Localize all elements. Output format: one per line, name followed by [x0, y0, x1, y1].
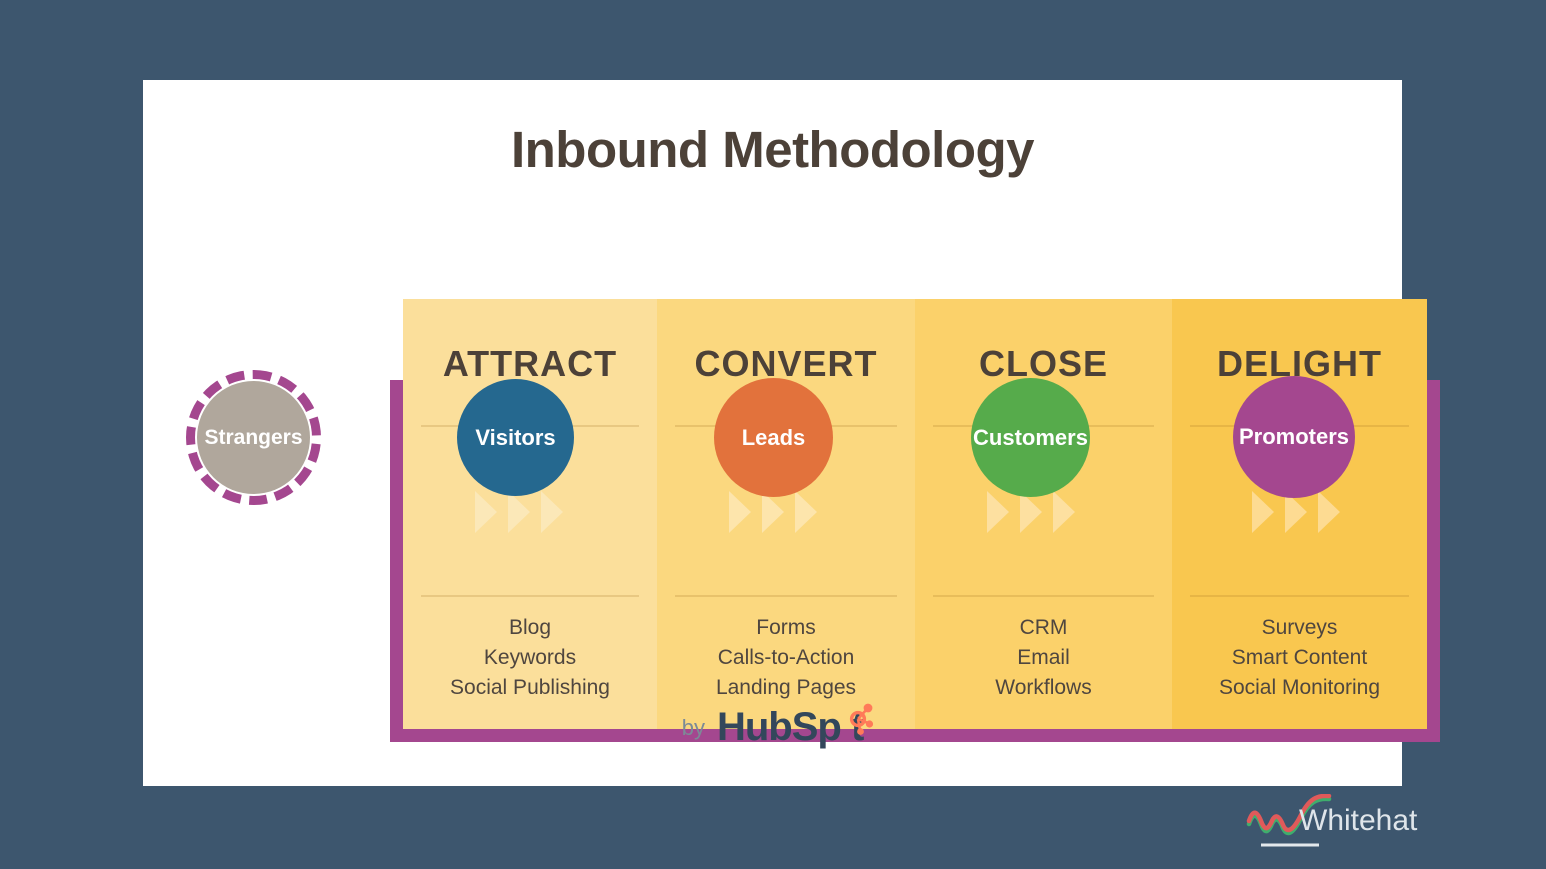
chevron-right-icon — [1252, 491, 1274, 533]
chevron-right-icon — [1053, 491, 1075, 533]
tactic-item: Social Publishing — [450, 676, 610, 699]
arrow-group-close — [987, 491, 1075, 533]
tactic-item: CRM — [1019, 616, 1068, 639]
chevron-right-icon — [987, 491, 1009, 533]
persona-circle-customers[interactable]: Customers — [971, 378, 1090, 497]
persona-label: Leads — [741, 424, 806, 450]
stage-title-attract: ATTRACT — [442, 343, 618, 384]
stage-divider-bottom — [421, 595, 639, 597]
page-title: Inbound Methodology — [510, 121, 1035, 178]
stage-divider-bottom — [1190, 595, 1409, 597]
chevron-right-icon — [1318, 491, 1340, 533]
tactic-item: Email — [1017, 646, 1070, 669]
chevron-right-icon — [508, 491, 530, 533]
chevron-right-icon — [795, 491, 817, 533]
stage-column-attract[interactable]: ATTRACT Blog Keywords Social Publishing — [403, 299, 657, 729]
hubspot-attribution: by HubSp t — [143, 703, 1402, 750]
persona-label: Promoters — [1238, 424, 1350, 449]
hubspot-sprocket-icon — [849, 703, 874, 735]
stage-column-delight[interactable]: DELIGHT Surveys Smart Content Social Mon… — [1172, 299, 1427, 729]
tactic-list-convert: Forms Calls-to-Action Landing Pages — [657, 613, 915, 703]
tactic-list-close: CRM Email Workflows — [915, 613, 1172, 703]
whitehat-wordmark: Whitehat — [1299, 804, 1418, 837]
tactic-item: Surveys — [1261, 616, 1338, 639]
tactic-item: Workflows — [995, 676, 1092, 699]
persona-label: Customers — [973, 424, 1088, 450]
persona-label: Visitors — [475, 424, 556, 450]
chevron-right-icon — [475, 491, 497, 533]
tactic-item: Smart Content — [1231, 646, 1368, 669]
arrow-group-attract — [475, 491, 563, 533]
hubspot-wordmark: HubSp t — [717, 703, 874, 750]
methodology-stage-band: ATTRACT Blog Keywords Social Publishing … — [403, 299, 1427, 729]
arrow-group-convert — [729, 491, 817, 533]
stage-divider-bottom — [675, 595, 897, 597]
tactic-item: Landing Pages — [715, 676, 857, 699]
persona-circle-promoters[interactable]: Promoters — [1233, 376, 1355, 498]
persona-circle-strangers[interactable]: Strangers — [197, 381, 310, 494]
by-label: by — [681, 714, 705, 740]
tactic-list-attract: Blog Keywords Social Publishing — [403, 613, 657, 703]
tactic-list-delight: Surveys Smart Content Social Monitoring — [1172, 613, 1427, 703]
persona-circle-leads[interactable]: Leads — [714, 378, 833, 497]
chevron-right-icon — [1020, 491, 1042, 533]
persona-circle-visitors[interactable]: Visitors — [457, 379, 574, 496]
tactic-item: Forms — [756, 616, 816, 639]
tactic-item: Keywords — [483, 646, 577, 669]
whitehat-watermark: Whitehat — [1243, 793, 1425, 854]
tactic-item: Social Monitoring — [1218, 676, 1381, 699]
persona-label: Strangers — [204, 425, 303, 449]
chevron-right-icon — [541, 491, 563, 533]
tactic-item: Blog — [508, 616, 552, 639]
chevron-right-icon — [729, 491, 751, 533]
tactic-item: Calls-to-Action — [717, 646, 855, 669]
stage-column-close[interactable]: CLOSE CRM Email Workflows — [915, 299, 1172, 729]
stage-divider-bottom — [933, 595, 1154, 597]
stage-column-convert[interactable]: CONVERT Forms Calls-to-Action Landing Pa… — [657, 299, 915, 729]
chevron-right-icon — [762, 491, 784, 533]
